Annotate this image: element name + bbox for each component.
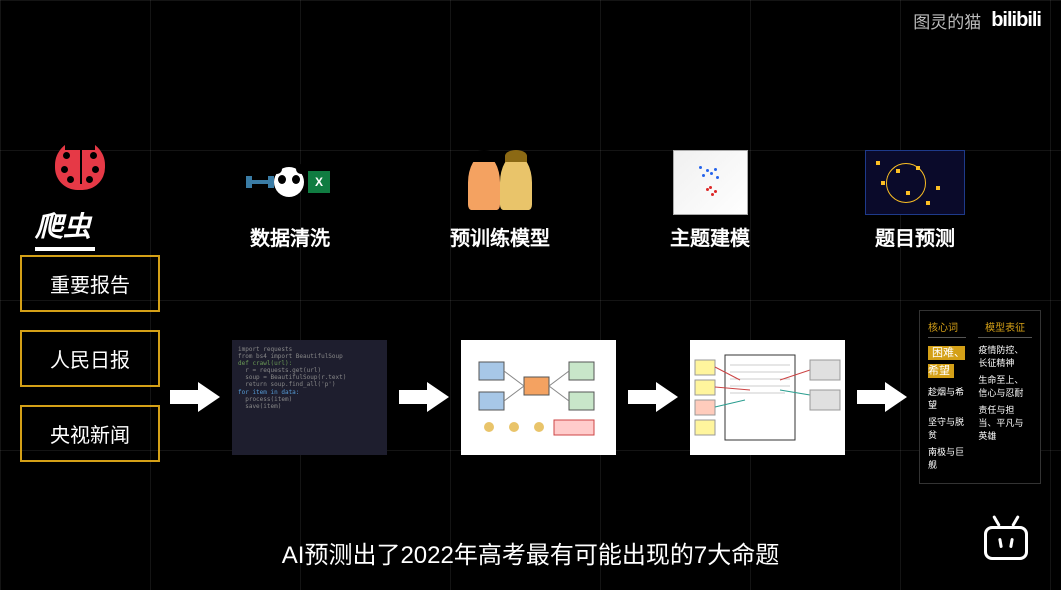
detail-flow: import requestsfrom bs4 import Beautiful… <box>170 310 1041 484</box>
watermark: 图灵的猫 bilibili <box>913 8 1041 33</box>
source-box: 重要报告 <box>20 255 160 312</box>
stage-topic: 主题建模 <box>665 147 755 251</box>
muppets-icon <box>463 147 538 217</box>
arrow-icon <box>857 382 907 412</box>
watermark-text: 图灵的猫 <box>913 8 981 33</box>
keyword-line: 坚守与脱贫 <box>928 415 966 441</box>
underline <box>35 247 95 251</box>
model-header: 模型表征 <box>978 319 1032 338</box>
arrow-icon <box>399 382 449 412</box>
stage-cleaning: X 数据清洗 <box>245 147 335 251</box>
stage-pretrain: 预训练模型 <box>450 147 550 251</box>
stage-label: 数据清洗 <box>250 222 330 251</box>
keywords-title: 困难、希望 <box>928 346 965 378</box>
prediction-icon <box>865 147 965 217</box>
prediction-output: 核心词 困难、希望 趁烟与希望 坚守与脱贫 南极与巨舰 模型表征 疫情防控、长征… <box>919 310 1041 484</box>
pipeline-stages: 爬虫 X 数据清洗 预训练模型 <box>35 130 1041 251</box>
topic-model-diagram <box>690 340 845 455</box>
theme-line: 责任与担当、平凡与英雄 <box>978 403 1032 442</box>
source-box: 央视新闻 <box>20 405 160 462</box>
theme-line: 疫情防控、长征精神 <box>978 343 1032 369</box>
panda-excel-icon: X <box>245 147 335 217</box>
bilibili-tv-icon[interactable] <box>981 515 1031 560</box>
subtitle-caption: AI预测出了2022年高考最有可能出现的7大命题 <box>0 535 1061 570</box>
arrow-icon <box>628 382 678 412</box>
code-screenshot: import requestsfrom bs4 import Beautiful… <box>232 340 387 455</box>
stage-label: 题目预测 <box>875 222 955 251</box>
stage-predict: 题目预测 <box>865 147 965 251</box>
keyword-line: 趁烟与希望 <box>928 385 966 411</box>
stage-crawler: 爬虫 <box>35 130 145 251</box>
stage-label: 主题建模 <box>670 222 750 251</box>
neural-net-diagram <box>461 340 616 455</box>
scatter-3d-icon <box>665 147 755 217</box>
theme-line: 生命至上、信心与忍耐 <box>978 373 1032 399</box>
arrow-icon <box>170 382 220 412</box>
stage-label: 预训练模型 <box>450 222 550 251</box>
keyword-line: 南极与巨舰 <box>928 445 966 471</box>
bilibili-logo: bilibili <box>991 9 1041 32</box>
source-list: 重要报告 人民日报 央视新闻 <box>20 255 160 462</box>
keywords-header: 核心词 <box>928 319 966 338</box>
source-box: 人民日报 <box>20 330 160 387</box>
ladybug-icon <box>35 130 125 200</box>
stage-label: 爬虫 <box>35 205 91 245</box>
